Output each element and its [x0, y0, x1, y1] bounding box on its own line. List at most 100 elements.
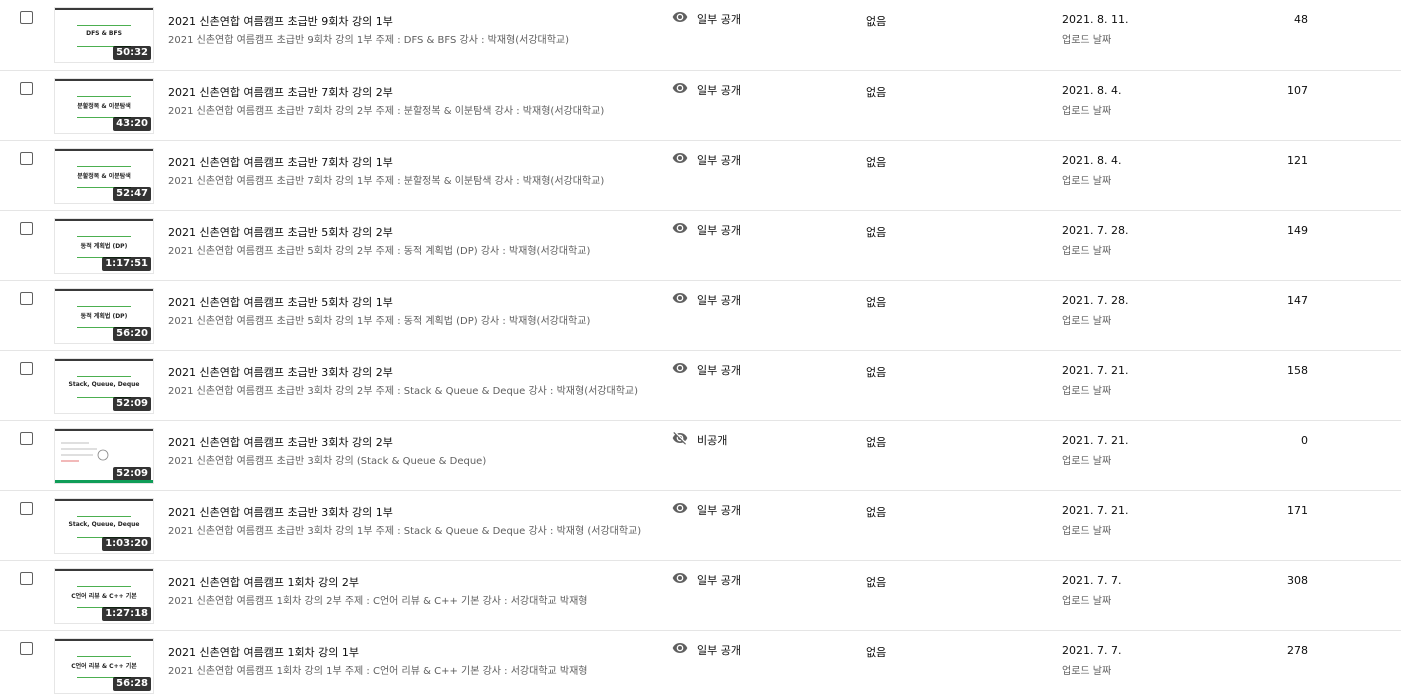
- upload-date-label: 업로드 날짜: [1062, 386, 1112, 397]
- upload-date: 2021. 7. 28.: [1062, 294, 1129, 307]
- upload-date-label: 업로드 날짜: [1062, 596, 1112, 607]
- video-thumbnail[interactable]: C언어 리뷰 & C++ 기본 56:28: [54, 638, 154, 694]
- video-thumbnail[interactable]: C언어 리뷰 & C++ 기본 1:27:18: [54, 568, 154, 624]
- video-thumbnail[interactable]: 분할정복 & 이분탐색 43:20: [54, 78, 154, 134]
- row-checkbox[interactable]: [20, 642, 33, 655]
- video-duration: 56:28: [113, 677, 151, 691]
- upload-date: 2021. 7. 7.: [1062, 644, 1122, 657]
- visibility-label: 일부 공개: [697, 294, 741, 307]
- thumbnail-top-border: [55, 79, 153, 81]
- visibility-cell[interactable]: 일부 공개: [672, 82, 741, 98]
- thumbnail-title: 분할정복 & 이분탐색: [77, 173, 131, 180]
- video-title[interactable]: 2021 신촌연합 여름캠프 초급반 3회차 강의 1부: [168, 504, 393, 520]
- upload-date-label: 업로드 날짜: [1062, 526, 1112, 537]
- video-title[interactable]: 2021 신촌연합 여름캠프 초급반 5회차 강의 1부: [168, 294, 393, 310]
- video-thumbnail[interactable]: 동적 계획법 (DP) 56:20: [54, 288, 154, 344]
- video-title[interactable]: 2021 신촌연합 여름캠프 1회차 강의 2부: [168, 574, 359, 590]
- visibility-label: 일부 공개: [697, 504, 741, 517]
- video-title[interactable]: 2021 신촌연합 여름캠프 초급반 3회차 강의 2부: [168, 434, 393, 450]
- thumbnail-top-border: [55, 499, 153, 501]
- visibility-cell[interactable]: 비공개: [672, 432, 727, 448]
- eye-icon: [672, 500, 688, 520]
- video-description: 2021 신촌연합 여름캠프 초급반 3회차 강의 2부 주제 : Stack …: [168, 386, 638, 397]
- video-thumbnail[interactable]: DFS & BFS 50:32: [54, 7, 154, 63]
- video-description: 2021 신촌연합 여름캠프 1회차 강의 2부 주제 : C언어 리뷰 & C…: [168, 596, 588, 607]
- row-checkbox[interactable]: [20, 362, 33, 375]
- video-description: 2021 신촌연합 여름캠프 초급반 9회차 강의 1부 주제 : DFS & …: [168, 35, 570, 46]
- table-row[interactable]: C언어 리뷰 & C++ 기본 56:28 2021 신촌연합 여름캠프 1회차…: [0, 631, 1401, 699]
- restrictions-cell: 없음: [866, 366, 887, 379]
- visibility-label: 일부 공개: [697, 154, 741, 167]
- restrictions-cell: 없음: [866, 15, 887, 28]
- video-title[interactable]: 2021 신촌연합 여름캠프 초급반 3회차 강의 2부: [168, 364, 393, 380]
- video-title[interactable]: 2021 신촌연합 여름캠프 초급반 7회차 강의 1부: [168, 154, 393, 170]
- row-checkbox[interactable]: [20, 11, 33, 24]
- row-checkbox[interactable]: [20, 502, 33, 515]
- table-row[interactable]: Stack, Queue, Deque 1:03:20 2021 신촌연합 여름…: [0, 491, 1401, 561]
- video-thumbnail[interactable]: 분할정복 & 이분탐색 52:47: [54, 148, 154, 204]
- video-thumbnail[interactable]: 52:09: [54, 428, 154, 484]
- eye-icon: [672, 80, 688, 100]
- visibility-cell[interactable]: 일부 공개: [672, 502, 741, 518]
- visibility-cell[interactable]: 일부 공개: [672, 152, 741, 168]
- thumbnail-title: DFS & BFS: [86, 30, 122, 37]
- video-duration: 52:09: [113, 467, 151, 481]
- row-checkbox[interactable]: [20, 152, 33, 165]
- video-duration: 52:09: [113, 397, 151, 411]
- video-title[interactable]: 2021 신촌연합 여름캠프 초급반 7회차 강의 2부: [168, 84, 393, 100]
- visibility-label: 일부 공개: [697, 84, 741, 97]
- visibility-label: 일부 공개: [697, 13, 741, 26]
- restrictions-cell: 없음: [866, 576, 887, 589]
- thumbnail-accent-line: [77, 376, 131, 377]
- video-description: 2021 신촌연합 여름캠프 초급반 3회차 강의 (Stack & Queue…: [168, 456, 487, 467]
- video-title[interactable]: 2021 신촌연합 여름캠프 1회차 강의 1부: [168, 644, 359, 660]
- table-row[interactable]: 분할정복 & 이분탐색 43:20 2021 신촌연합 여름캠프 초급반 7회차…: [0, 71, 1401, 141]
- restrictions-cell: 없음: [866, 226, 887, 239]
- upload-date: 2021. 7. 21.: [1062, 504, 1129, 517]
- thumbnail-title: C언어 리뷰 & C++ 기본: [71, 593, 137, 600]
- upload-date-label: 업로드 날짜: [1062, 666, 1112, 677]
- row-checkbox[interactable]: [20, 82, 33, 95]
- video-title[interactable]: 2021 신촌연합 여름캠프 초급반 9회차 강의 1부: [168, 13, 393, 29]
- view-count: 158: [1287, 364, 1308, 377]
- visibility-cell[interactable]: 일부 공개: [672, 222, 741, 238]
- video-description: 2021 신촌연합 여름캠프 초급반 3회차 강의 1부 주제 : Stack …: [168, 526, 642, 537]
- thumbnail-top-border: [55, 639, 153, 641]
- video-thumbnail[interactable]: Stack, Queue, Deque 1:03:20: [54, 498, 154, 554]
- table-row[interactable]: 동적 계획법 (DP) 56:20 2021 신촌연합 여름캠프 초급반 5회차…: [0, 281, 1401, 351]
- table-row[interactable]: DFS & BFS 50:32 2021 신촌연합 여름캠프 초급반 9회차 강…: [0, 0, 1401, 71]
- visibility-cell[interactable]: 일부 공개: [672, 642, 741, 658]
- visibility-cell[interactable]: 일부 공개: [672, 362, 741, 378]
- table-row[interactable]: Stack, Queue, Deque 52:09 2021 신촌연합 여름캠프…: [0, 351, 1401, 421]
- video-thumbnail[interactable]: Stack, Queue, Deque 52:09: [54, 358, 154, 414]
- view-count: 107: [1287, 84, 1308, 97]
- view-count: 278: [1287, 644, 1308, 657]
- thumbnail-accent-line: [77, 166, 131, 167]
- video-duration: 1:17:51: [102, 257, 151, 271]
- upload-date-label: 업로드 날짜: [1062, 176, 1112, 187]
- table-row[interactable]: 52:09 2021 신촌연합 여름캠프 초급반 3회차 강의 2부 2021 …: [0, 421, 1401, 491]
- video-title[interactable]: 2021 신촌연합 여름캠프 초급반 5회차 강의 2부: [168, 224, 393, 240]
- row-checkbox[interactable]: [20, 292, 33, 305]
- eye-icon: [672, 570, 688, 590]
- thumbnail-title: C언어 리뷰 & C++ 기본: [71, 663, 137, 670]
- eye-icon: [672, 290, 688, 310]
- row-checkbox[interactable]: [20, 432, 33, 445]
- row-checkbox[interactable]: [20, 572, 33, 585]
- table-row[interactable]: C언어 리뷰 & C++ 기본 1:27:18 2021 신촌연합 여름캠프 1…: [0, 561, 1401, 631]
- view-count: 171: [1287, 504, 1308, 517]
- eye-icon: [672, 150, 688, 170]
- restrictions-cell: 없음: [866, 506, 887, 519]
- visibility-cell[interactable]: 일부 공개: [672, 11, 741, 27]
- table-row[interactable]: 동적 계획법 (DP) 1:17:51 2021 신촌연합 여름캠프 초급반 5…: [0, 211, 1401, 281]
- row-checkbox[interactable]: [20, 222, 33, 235]
- visibility-cell[interactable]: 일부 공개: [672, 572, 741, 588]
- visibility-cell[interactable]: 일부 공개: [672, 292, 741, 308]
- video-thumbnail[interactable]: 동적 계획법 (DP) 1:17:51: [54, 218, 154, 274]
- thumbnail-title: 동적 계획법 (DP): [80, 243, 128, 250]
- upload-date: 2021. 8. 4.: [1062, 154, 1122, 167]
- table-row[interactable]: 분할정복 & 이분탐색 52:47 2021 신촌연합 여름캠프 초급반 7회차…: [0, 141, 1401, 211]
- visibility-label: 일부 공개: [697, 574, 741, 587]
- restrictions-cell: 없음: [866, 646, 887, 659]
- restrictions-cell: 없음: [866, 156, 887, 169]
